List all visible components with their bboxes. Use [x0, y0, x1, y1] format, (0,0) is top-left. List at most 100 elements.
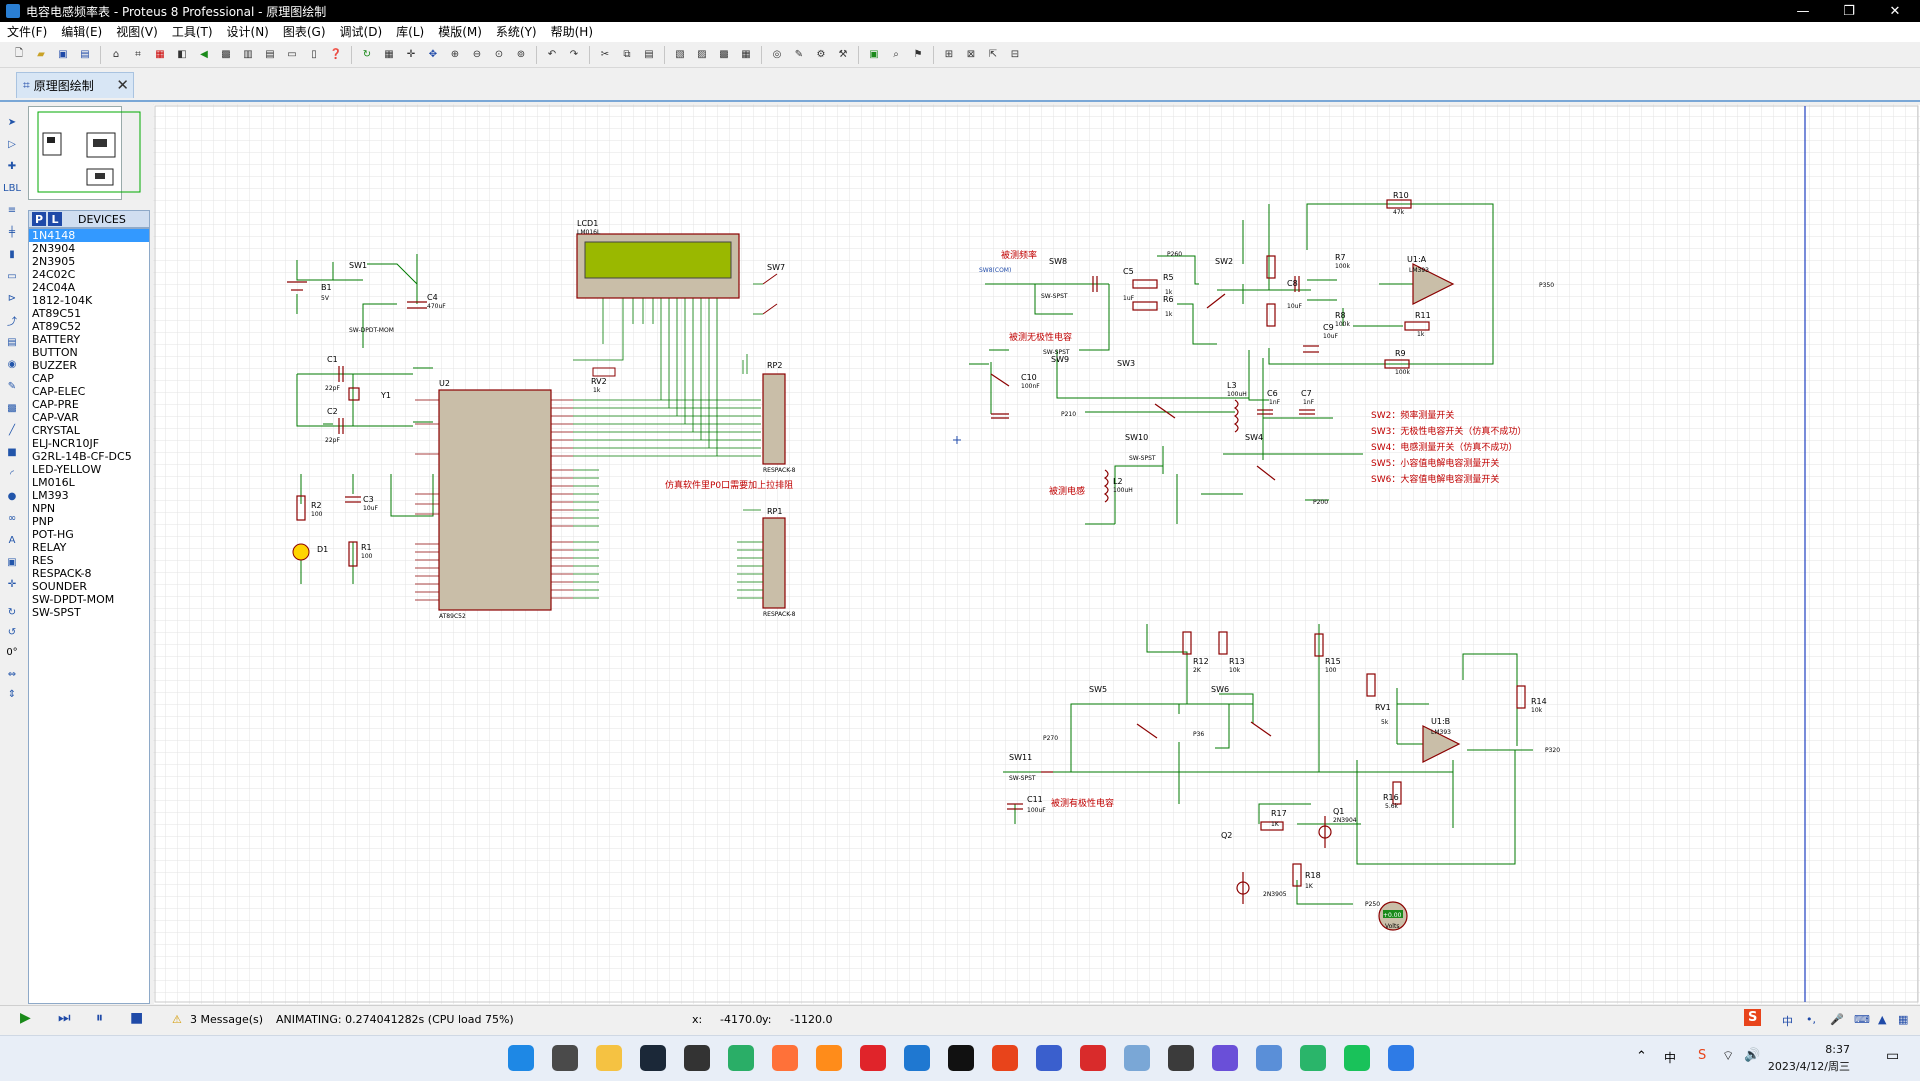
pause-icon[interactable]: ⏸	[96, 1010, 103, 1026]
device-item[interactable]: 2N3904	[29, 242, 149, 255]
mirror-horizontal-icon[interactable]: ⇔	[3, 666, 21, 682]
remove-sheet-icon[interactable]: ⊠	[962, 46, 980, 64]
device-item[interactable]: NPN	[29, 502, 149, 515]
mirror-vertical-icon[interactable]: ⇕	[3, 686, 21, 702]
device-item[interactable]: 1N4148	[29, 229, 149, 242]
circle-icon[interactable]: ●	[3, 488, 21, 504]
overview-window[interactable]	[28, 106, 141, 200]
zoom-all-icon[interactable]: ⊙	[490, 46, 508, 64]
netease-music-icon[interactable]	[860, 1045, 886, 1071]
text-icon[interactable]: A	[3, 532, 21, 548]
instrument-icon[interactable]: ▩	[3, 400, 21, 416]
new-file-icon[interactable]: 🗋	[10, 46, 28, 64]
ime-chinese-icon[interactable]: 中	[1782, 1013, 1793, 1029]
ime-skin-icon[interactable]: ▲	[1878, 1013, 1886, 1026]
schematic-drawing[interactable]: B1 5V SW1 SW-DPDT-MOM C4 470uF C1 22pF C…	[153, 104, 1920, 1004]
menu-graph[interactable]: 图表(G)	[276, 22, 333, 42]
device-item[interactable]: 24C02C	[29, 268, 149, 281]
menu-file[interactable]: 文件(F)	[0, 22, 54, 42]
maximize-button[interactable]: ❐	[1826, 0, 1872, 22]
stop-icon[interactable]: ■	[130, 1010, 143, 1026]
device-item[interactable]: CAP-VAR	[29, 411, 149, 424]
device-item[interactable]: BUZZER	[29, 359, 149, 372]
subcircuit-icon[interactable]: ▮	[3, 246, 21, 262]
device-item[interactable]: ELJ-NCR10JF	[29, 437, 149, 450]
device-item[interactable]: 24C04A	[29, 281, 149, 294]
exit-parent-icon[interactable]: ⇱	[984, 46, 1002, 64]
device-item[interactable]: SW-SPST	[29, 606, 149, 619]
schematic-icon[interactable]: ⌗	[129, 46, 147, 64]
wire-label-icon[interactable]: LBL	[3, 180, 21, 196]
junction-dot-icon[interactable]: ✚	[3, 158, 21, 174]
marker-icon[interactable]: ✛	[3, 576, 21, 592]
refresh-icon[interactable]: ↻	[358, 46, 376, 64]
device-item[interactable]: LED-YELLOW	[29, 463, 149, 476]
terminal-icon[interactable]: ▭	[3, 268, 21, 284]
system-clock[interactable]: 8:37 2023/4/12/周三	[1768, 1041, 1850, 1075]
netlist-icon[interactable]: ⊟	[1006, 46, 1024, 64]
device-item[interactable]: G2RL-14B-CF-DC5	[29, 450, 149, 463]
property-tool-icon[interactable]: ⚑	[909, 46, 927, 64]
save-icon[interactable]: ▣	[54, 46, 72, 64]
app-v-icon[interactable]	[1168, 1045, 1194, 1071]
device-item[interactable]: SW-DPDT-MOM	[29, 593, 149, 606]
device-item[interactable]: BUTTON	[29, 346, 149, 359]
wire-autorouter-icon[interactable]: ▣	[865, 46, 883, 64]
make-device-icon[interactable]: ✎	[790, 46, 808, 64]
device-item[interactable]: CAP-PRE	[29, 398, 149, 411]
report-icon[interactable]: ▯	[305, 46, 323, 64]
play-icon[interactable]: ▶	[20, 1010, 31, 1026]
device-item[interactable]: CAP	[29, 372, 149, 385]
undo-icon[interactable]: ↶	[543, 46, 561, 64]
rotate-ccw-icon[interactable]: ↺	[3, 624, 21, 640]
block-move-icon[interactable]: ▨	[693, 46, 711, 64]
device-item[interactable]: RELAY	[29, 541, 149, 554]
media-player-icon[interactable]	[904, 1045, 930, 1071]
app-w2-icon[interactable]	[1212, 1045, 1238, 1071]
notes-icon[interactable]: ▭	[283, 46, 301, 64]
close-tab-icon[interactable]: ✕	[116, 76, 129, 94]
menu-library[interactable]: 库(L)	[389, 22, 431, 42]
app-c-icon[interactable]	[684, 1045, 710, 1071]
grid-icon[interactable]: ▦	[380, 46, 398, 64]
file-explorer-icon[interactable]	[596, 1045, 622, 1071]
firefox-icon[interactable]	[772, 1045, 798, 1071]
gerber-icon[interactable]: ◀	[195, 46, 213, 64]
bus-icon[interactable]: ╪	[3, 224, 21, 240]
box-icon[interactable]: ■	[3, 444, 21, 460]
menu-template[interactable]: 模版(M)	[431, 22, 489, 42]
app-k-icon[interactable]	[1388, 1045, 1414, 1071]
device-item[interactable]: LM393	[29, 489, 149, 502]
messages-count[interactable]: 3 Message(s)	[190, 1013, 263, 1026]
device-item[interactable]: CAP-ELEC	[29, 385, 149, 398]
start-menu-icon[interactable]	[508, 1045, 534, 1071]
copy-icon[interactable]: ⧉	[618, 46, 636, 64]
symbol-icon[interactable]: ▣	[3, 554, 21, 570]
notification-icon[interactable]: ▭	[1886, 1048, 1899, 1064]
tray-ime-icon[interactable]: 中	[1664, 1049, 1676, 1066]
generator-icon[interactable]: ◉	[3, 356, 21, 372]
device-item[interactable]: CRYSTAL	[29, 424, 149, 437]
ime-mic-icon[interactable]: 🎤	[1830, 1013, 1844, 1026]
graph-icon[interactable]: ⤴	[3, 312, 21, 328]
pan-icon[interactable]: ✥	[424, 46, 442, 64]
device-item[interactable]: RES	[29, 554, 149, 567]
text-script-icon[interactable]: ≡	[3, 202, 21, 218]
schematic-canvas[interactable]: B1 5V SW1 SW-DPDT-MOM C4 470uF C1 22pF C…	[153, 104, 1920, 1004]
menu-debug[interactable]: 调试(D)	[333, 22, 390, 42]
iqiyi-icon[interactable]	[1344, 1045, 1370, 1071]
menu-design[interactable]: 设计(N)	[220, 22, 276, 42]
proteus-icon[interactable]	[1124, 1045, 1150, 1071]
pcb-icon[interactable]: ▦	[151, 46, 169, 64]
block-delete-icon[interactable]: ▦	[737, 46, 755, 64]
device-item[interactable]: PNP	[29, 515, 149, 528]
rotation-angle[interactable]: 0°	[3, 644, 21, 660]
package-tool-icon[interactable]: ⚙	[812, 46, 830, 64]
import-icon[interactable]: ▤	[76, 46, 94, 64]
ime-punct-icon[interactable]: •,	[1806, 1013, 1816, 1026]
decompose-icon[interactable]: ⚒	[834, 46, 852, 64]
component-mode-icon[interactable]: ▷	[3, 136, 21, 152]
device-item[interactable]: AT89C51	[29, 307, 149, 320]
tab-schematic[interactable]: ⌗ 原理图绘制 ✕	[16, 72, 134, 98]
qq-icon[interactable]	[948, 1045, 974, 1071]
